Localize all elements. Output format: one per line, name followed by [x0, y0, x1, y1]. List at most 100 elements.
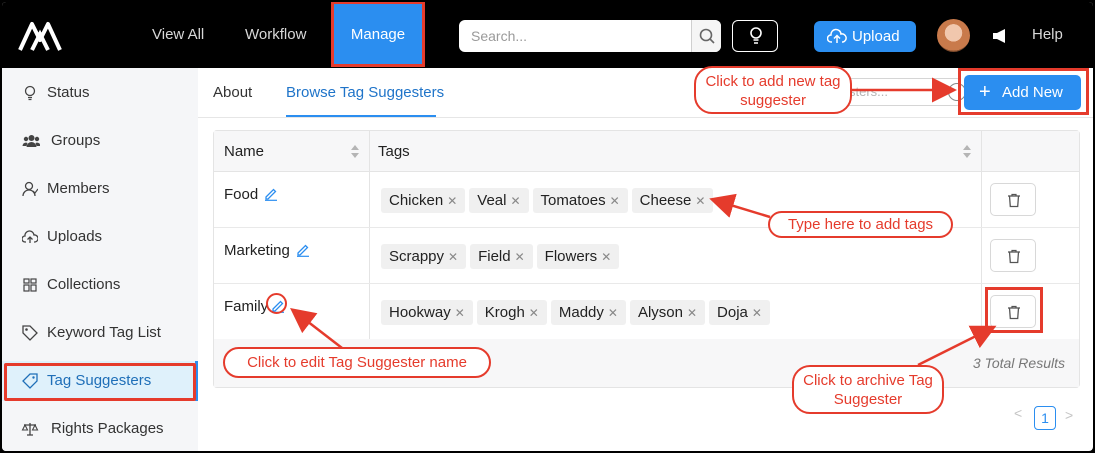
remove-tag-icon[interactable]: ✕	[529, 306, 539, 320]
tag-chip: Maddy ✕	[550, 300, 626, 325]
tag-chip: Hookway ✕	[381, 300, 473, 325]
sort-icon[interactable]	[351, 145, 359, 158]
tab-about[interactable]: About	[213, 84, 252, 101]
megaphone-icon[interactable]	[991, 28, 1011, 44]
tag-chip: Flowers ✕	[536, 244, 620, 269]
tag-chip: Cheese ✕	[631, 188, 714, 213]
archive-button[interactable]	[990, 239, 1036, 272]
sidebar-item-status[interactable]: Status	[2, 73, 198, 113]
top-nav: View All Workflow Manage Search... Uploa…	[2, 2, 1093, 68]
pencil-icon[interactable]	[264, 187, 278, 201]
search-input[interactable]	[459, 20, 691, 52]
sort-icon[interactable]	[963, 145, 971, 158]
ideas-button[interactable]	[732, 20, 778, 52]
sidebar-item-uploads[interactable]: Uploads	[2, 217, 198, 257]
sidebar-item-rights-packages[interactable]: Rights Packages	[2, 409, 198, 449]
sidebar-item-keyword-tag-list[interactable]: Keyword Tag List	[2, 313, 198, 353]
tag-list-icon	[22, 325, 38, 341]
tag-label: Field	[478, 248, 511, 265]
tag-label: Doja	[717, 304, 748, 321]
sidebar-item-label: Uploads	[47, 228, 103, 245]
cloud-upload-icon	[22, 230, 38, 243]
remove-tag-icon[interactable]: ✕	[448, 250, 458, 264]
sidebar-item-members[interactable]: Members	[2, 169, 198, 209]
sidebar-item-collections[interactable]: Collections	[2, 265, 198, 305]
nav-view-all[interactable]: View All	[152, 2, 204, 68]
plus-icon: +	[979, 81, 991, 103]
table-search-input[interactable]: sters...	[840, 78, 966, 106]
logo-icon[interactable]	[18, 20, 64, 52]
sidebar-item-label: Collections	[47, 276, 121, 293]
column-header-tags[interactable]: Tags	[378, 131, 410, 172]
callout-archive: Click to archive Tag Suggester	[792, 365, 944, 414]
archive-button[interactable]	[990, 183, 1036, 216]
search-icon	[699, 28, 715, 44]
tab-divider	[198, 117, 1093, 118]
suggester-name: Marketing	[224, 242, 290, 259]
member-icon	[22, 181, 38, 197]
tag-input[interactable]: Scrappy ✕ Field ✕ Flowers ✕	[381, 244, 620, 269]
tag-chip: Chicken ✕	[381, 188, 466, 213]
pagination-page[interactable]: 1	[1034, 406, 1056, 430]
suggester-name: Food	[224, 186, 259, 203]
tag-input[interactable]: Hookway ✕ Krogh ✕ Maddy ✕ Alyson ✕ Doja ✕	[381, 300, 770, 325]
tag-label: Maddy	[558, 304, 604, 321]
tag-input[interactable]: Chicken ✕ Veal ✕ Tomatoes ✕ Cheese ✕	[381, 188, 714, 213]
tag-label: Tomatoes	[540, 192, 606, 209]
sidebar-item-label: Members	[47, 180, 110, 197]
upload-button[interactable]: Upload	[814, 21, 916, 52]
tag-chip: Doja ✕	[709, 300, 770, 325]
column-header-name[interactable]: Name	[224, 131, 264, 172]
remove-tag-icon[interactable]: ✕	[455, 306, 465, 320]
app-frame: View All Workflow Manage Search... Uploa…	[2, 2, 1093, 451]
remove-tag-icon[interactable]: ✕	[610, 194, 620, 208]
sidebar-item-label: Groups	[51, 132, 101, 149]
tag-label: Hookway	[389, 304, 451, 321]
remove-tag-icon[interactable]: ✕	[515, 250, 525, 264]
table-row: Family Hookway ✕ Krogh ✕ Maddy ✕ Alyson ✕ Do…	[214, 284, 1079, 340]
remove-tag-icon[interactable]: ✕	[752, 306, 762, 320]
callout-add-new: Click to add new tag suggester	[694, 66, 852, 114]
tag-label: Chicken	[389, 192, 444, 209]
pencil-icon[interactable]	[296, 243, 310, 257]
tag-chip: Alyson ✕	[629, 300, 706, 325]
search-button[interactable]	[691, 20, 721, 52]
edit-highlight-ring	[266, 293, 287, 314]
tag-label: Scrappy	[389, 248, 445, 265]
pagination-prev[interactable]: <	[1014, 405, 1022, 421]
callout-type-tags: Type here to add tags	[768, 211, 953, 238]
remove-tag-icon[interactable]: ✕	[608, 306, 618, 320]
nav-workflow[interactable]: Workflow	[245, 2, 306, 68]
tag-chip: Veal ✕	[469, 188, 529, 213]
sidebar-item-label: Status	[47, 84, 90, 101]
remove-tag-icon[interactable]: ✕	[601, 250, 611, 264]
tab-browse-tag-suggesters[interactable]: Browse Tag Suggesters	[286, 84, 444, 101]
lightbulb-icon	[750, 27, 762, 44]
add-new-button[interactable]: + Add New	[964, 75, 1081, 110]
tag-icon	[22, 373, 38, 389]
tag-label: Cheese	[639, 192, 692, 209]
remove-tag-icon[interactable]: ✕	[510, 194, 520, 208]
nav-manage[interactable]: Manage	[331, 2, 425, 67]
global-search	[459, 20, 721, 52]
tag-chip: Tomatoes ✕	[532, 188, 628, 213]
total-results: 3 Total Results	[972, 355, 1065, 371]
scales-icon	[21, 423, 39, 436]
tag-label: Flowers	[544, 248, 598, 265]
remove-tag-icon[interactable]: ✕	[695, 194, 705, 208]
help-link[interactable]: Help	[1032, 2, 1063, 68]
add-new-label: Add New	[1002, 84, 1063, 101]
sidebar-item-groups[interactable]: Groups	[2, 121, 198, 161]
table-search-placeholder: sters...	[849, 84, 889, 99]
upload-label: Upload	[852, 28, 900, 45]
suggester-name: Family	[224, 298, 269, 315]
remove-tag-icon[interactable]: ✕	[687, 306, 697, 320]
table-row: Marketing Scrappy ✕ Field ✕ Flowers ✕	[214, 228, 1079, 284]
tag-label: Veal	[477, 192, 507, 209]
sidebar-item-label: Keyword Tag List	[47, 324, 161, 341]
pagination-next[interactable]: >	[1065, 407, 1073, 423]
sidebar-item-tag-suggesters[interactable]: Tag Suggesters	[2, 361, 198, 401]
tag-chip: Field ✕	[470, 244, 533, 269]
remove-tag-icon[interactable]: ✕	[447, 194, 457, 208]
avatar[interactable]	[937, 19, 970, 52]
